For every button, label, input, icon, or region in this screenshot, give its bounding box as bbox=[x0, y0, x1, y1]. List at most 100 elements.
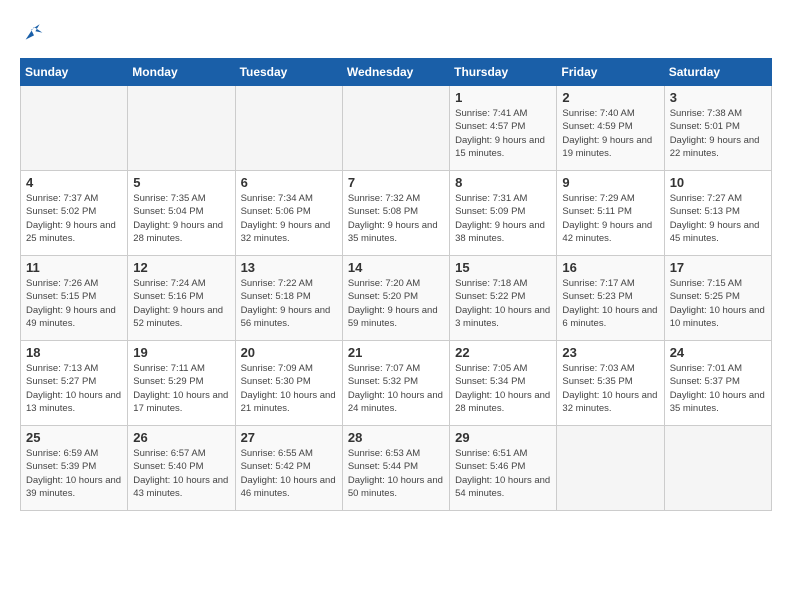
day-cell: 19 Sunrise: 7:11 AMSunset: 5:29 PMDayligh… bbox=[128, 341, 235, 426]
day-number: 26 bbox=[133, 430, 229, 445]
day-cell: 9 Sunrise: 7:29 AMSunset: 5:11 PMDaylight… bbox=[557, 171, 664, 256]
day-info: Sunrise: 7:37 AMSunset: 5:02 PMDaylight:… bbox=[26, 192, 122, 245]
day-number: 5 bbox=[133, 175, 229, 190]
day-info: Sunrise: 7:31 AMSunset: 5:09 PMDaylight:… bbox=[455, 192, 551, 245]
day-number: 24 bbox=[670, 345, 766, 360]
header-row: SundayMondayTuesdayWednesdayThursdayFrid… bbox=[21, 59, 772, 86]
day-info: Sunrise: 7:35 AMSunset: 5:04 PMDaylight:… bbox=[133, 192, 229, 245]
logo bbox=[20, 20, 52, 48]
day-cell: 15 Sunrise: 7:18 AMSunset: 5:22 PMDayligh… bbox=[450, 256, 557, 341]
day-info: Sunrise: 6:59 AMSunset: 5:39 PMDaylight:… bbox=[26, 447, 122, 500]
day-number: 22 bbox=[455, 345, 551, 360]
day-info: Sunrise: 6:57 AMSunset: 5:40 PMDaylight:… bbox=[133, 447, 229, 500]
day-cell: 24 Sunrise: 7:01 AMSunset: 5:37 PMDayligh… bbox=[664, 341, 771, 426]
day-cell bbox=[235, 86, 342, 171]
day-number: 21 bbox=[348, 345, 444, 360]
day-cell bbox=[21, 86, 128, 171]
day-number: 10 bbox=[670, 175, 766, 190]
day-cell: 14 Sunrise: 7:20 AMSunset: 5:20 PMDayligh… bbox=[342, 256, 449, 341]
day-cell bbox=[342, 86, 449, 171]
day-number: 3 bbox=[670, 90, 766, 105]
day-number: 28 bbox=[348, 430, 444, 445]
day-number: 20 bbox=[241, 345, 337, 360]
day-info: Sunrise: 7:17 AMSunset: 5:23 PMDaylight:… bbox=[562, 277, 658, 330]
day-cell: 22 Sunrise: 7:05 AMSunset: 5:34 PMDayligh… bbox=[450, 341, 557, 426]
day-cell: 5 Sunrise: 7:35 AMSunset: 5:04 PMDaylight… bbox=[128, 171, 235, 256]
day-cell: 8 Sunrise: 7:31 AMSunset: 5:09 PMDaylight… bbox=[450, 171, 557, 256]
day-number: 17 bbox=[670, 260, 766, 275]
day-info: Sunrise: 7:20 AMSunset: 5:20 PMDaylight:… bbox=[348, 277, 444, 330]
day-number: 9 bbox=[562, 175, 658, 190]
day-cell: 11 Sunrise: 7:26 AMSunset: 5:15 PMDayligh… bbox=[21, 256, 128, 341]
day-info: Sunrise: 6:53 AMSunset: 5:44 PMDaylight:… bbox=[348, 447, 444, 500]
day-info: Sunrise: 7:09 AMSunset: 5:30 PMDaylight:… bbox=[241, 362, 337, 415]
day-info: Sunrise: 7:38 AMSunset: 5:01 PMDaylight:… bbox=[670, 107, 766, 160]
day-info: Sunrise: 7:18 AMSunset: 5:22 PMDaylight:… bbox=[455, 277, 551, 330]
day-number: 25 bbox=[26, 430, 122, 445]
week-row-3: 11 Sunrise: 7:26 AMSunset: 5:15 PMDayligh… bbox=[21, 256, 772, 341]
day-number: 2 bbox=[562, 90, 658, 105]
day-number: 27 bbox=[241, 430, 337, 445]
day-cell: 10 Sunrise: 7:27 AMSunset: 5:13 PMDayligh… bbox=[664, 171, 771, 256]
day-cell bbox=[128, 86, 235, 171]
day-info: Sunrise: 7:26 AMSunset: 5:15 PMDaylight:… bbox=[26, 277, 122, 330]
page-header bbox=[20, 20, 772, 48]
day-number: 16 bbox=[562, 260, 658, 275]
day-cell: 7 Sunrise: 7:32 AMSunset: 5:08 PMDaylight… bbox=[342, 171, 449, 256]
week-row-2: 4 Sunrise: 7:37 AMSunset: 5:02 PMDaylight… bbox=[21, 171, 772, 256]
day-cell: 2 Sunrise: 7:40 AMSunset: 4:59 PMDaylight… bbox=[557, 86, 664, 171]
day-info: Sunrise: 7:41 AMSunset: 4:57 PMDaylight:… bbox=[455, 107, 551, 160]
day-info: Sunrise: 7:27 AMSunset: 5:13 PMDaylight:… bbox=[670, 192, 766, 245]
week-row-1: 1 Sunrise: 7:41 AMSunset: 4:57 PMDaylight… bbox=[21, 86, 772, 171]
day-info: Sunrise: 7:29 AMSunset: 5:11 PMDaylight:… bbox=[562, 192, 658, 245]
header-thursday: Thursday bbox=[450, 59, 557, 86]
header-friday: Friday bbox=[557, 59, 664, 86]
header-monday: Monday bbox=[128, 59, 235, 86]
day-number: 14 bbox=[348, 260, 444, 275]
calendar-table: SundayMondayTuesdayWednesdayThursdayFrid… bbox=[20, 58, 772, 511]
day-number: 13 bbox=[241, 260, 337, 275]
day-cell: 6Sunrise: 7:34 AMSunset: 5:06 PMDaylight… bbox=[235, 171, 342, 256]
day-cell: 1 Sunrise: 7:41 AMSunset: 4:57 PMDaylight… bbox=[450, 86, 557, 171]
day-info: Sunrise: 7:15 AMSunset: 5:25 PMDaylight:… bbox=[670, 277, 766, 330]
day-info: Sunrise: 7:40 AMSunset: 4:59 PMDaylight:… bbox=[562, 107, 658, 160]
day-number: 15 bbox=[455, 260, 551, 275]
day-number: 11 bbox=[26, 260, 122, 275]
day-cell: 4 Sunrise: 7:37 AMSunset: 5:02 PMDaylight… bbox=[21, 171, 128, 256]
day-info: Sunrise: 7:01 AMSunset: 5:37 PMDaylight:… bbox=[670, 362, 766, 415]
day-number: 8 bbox=[455, 175, 551, 190]
day-cell: 21 Sunrise: 7:07 AMSunset: 5:32 PMDayligh… bbox=[342, 341, 449, 426]
week-row-5: 25 Sunrise: 6:59 AMSunset: 5:39 PMDayligh… bbox=[21, 426, 772, 511]
day-info: Sunrise: 7:24 AMSunset: 5:16 PMDaylight:… bbox=[133, 277, 229, 330]
day-info: Sunrise: 7:07 AMSunset: 5:32 PMDaylight:… bbox=[348, 362, 444, 415]
day-info: Sunrise: 7:13 AMSunset: 5:27 PMDaylight:… bbox=[26, 362, 122, 415]
day-cell: 17 Sunrise: 7:15 AMSunset: 5:25 PMDayligh… bbox=[664, 256, 771, 341]
day-cell bbox=[664, 426, 771, 511]
day-number: 12 bbox=[133, 260, 229, 275]
day-cell: 13Sunrise: 7:22 AMSunset: 5:18 PMDayligh… bbox=[235, 256, 342, 341]
day-cell: 26 Sunrise: 6:57 AMSunset: 5:40 PMDayligh… bbox=[128, 426, 235, 511]
header-saturday: Saturday bbox=[664, 59, 771, 86]
day-info: Sunrise: 7:32 AMSunset: 5:08 PMDaylight:… bbox=[348, 192, 444, 245]
logo-icon bbox=[20, 20, 48, 48]
day-info: Sunrise: 7:05 AMSunset: 5:34 PMDaylight:… bbox=[455, 362, 551, 415]
day-cell: 12 Sunrise: 7:24 AMSunset: 5:16 PMDayligh… bbox=[128, 256, 235, 341]
day-info: Sunrise: 7:11 AMSunset: 5:29 PMDaylight:… bbox=[133, 362, 229, 415]
day-number: 1 bbox=[455, 90, 551, 105]
day-number: 23 bbox=[562, 345, 658, 360]
day-cell: 29Sunrise: 6:51 AMSunset: 5:46 PMDayligh… bbox=[450, 426, 557, 511]
day-cell: 27 Sunrise: 6:55 AMSunset: 5:42 PMDayligh… bbox=[235, 426, 342, 511]
day-number: 4 bbox=[26, 175, 122, 190]
day-info: Sunrise: 6:51 AMSunset: 5:46 PMDaylight:… bbox=[455, 447, 551, 500]
day-cell: 16 Sunrise: 7:17 AMSunset: 5:23 PMDayligh… bbox=[557, 256, 664, 341]
day-number: 19 bbox=[133, 345, 229, 360]
day-cell: 25 Sunrise: 6:59 AMSunset: 5:39 PMDayligh… bbox=[21, 426, 128, 511]
day-number: 7 bbox=[348, 175, 444, 190]
header-wednesday: Wednesday bbox=[342, 59, 449, 86]
day-cell: 20 Sunrise: 7:09 AMSunset: 5:30 PMDayligh… bbox=[235, 341, 342, 426]
header-sunday: Sunday bbox=[21, 59, 128, 86]
day-cell bbox=[557, 426, 664, 511]
day-cell: 28 Sunrise: 6:53 AMSunset: 5:44 PMDayligh… bbox=[342, 426, 449, 511]
day-cell: 23Sunrise: 7:03 AMSunset: 5:35 PMDayligh… bbox=[557, 341, 664, 426]
day-info: Sunrise: 6:55 AMSunset: 5:42 PMDaylight:… bbox=[241, 447, 337, 500]
